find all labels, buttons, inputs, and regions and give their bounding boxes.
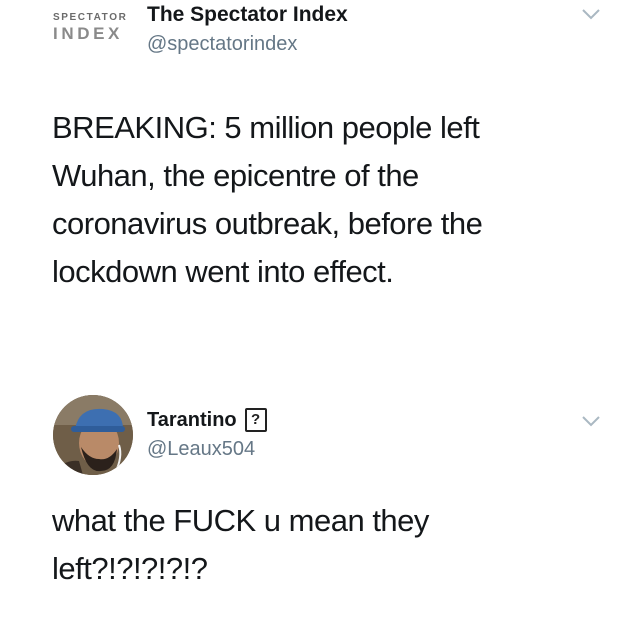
chevron-down-icon[interactable]	[580, 7, 602, 21]
display-name[interactable]: The Spectator Index	[147, 3, 348, 27]
tweet-text: what the FUCK u mean they left?!?!?!?!?	[52, 503, 429, 586]
chevron-down-icon[interactable]	[580, 414, 602, 428]
display-name-row[interactable]: Tarantino ?	[147, 407, 267, 433]
spectator-index-logo[interactable]: SPECTATOR INDEX	[53, 8, 133, 48]
logo-text-bottom: INDEX	[53, 24, 123, 43]
tweet-text: BREAKING: 5 million people left Wuhan, t…	[52, 110, 483, 289]
display-name[interactable]: Tarantino	[147, 409, 237, 432]
logo-text-top: SPECTATOR	[53, 12, 128, 23]
avatar[interactable]	[53, 395, 133, 475]
question-mark-icon: ?	[244, 408, 267, 432]
user-handle[interactable]: @Leaux504	[147, 438, 255, 461]
user-handle[interactable]: @spectatorindex	[147, 33, 297, 56]
